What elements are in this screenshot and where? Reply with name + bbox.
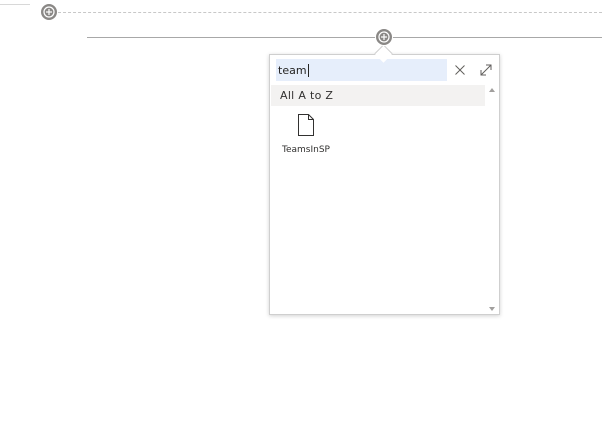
webpart-divider <box>87 37 602 38</box>
scroll-up-button[interactable] <box>485 85 498 95</box>
scroll-down-button[interactable] <box>485 304 498 314</box>
category-header: All A to Z <box>271 85 485 106</box>
clear-search-button[interactable] <box>450 60 470 80</box>
expand-toolbox-button[interactable] <box>476 60 496 80</box>
section-divider <box>58 12 602 13</box>
section-top-border <box>0 4 30 5</box>
document-icon <box>298 114 314 136</box>
search-box[interactable] <box>276 59 447 81</box>
triangle-down-icon <box>488 307 495 311</box>
page-canvas: All A to Z TeamsInSP <box>0 0 602 428</box>
text-cursor <box>308 64 309 77</box>
expand-icon <box>480 64 492 76</box>
scrollbar[interactable] <box>485 85 498 314</box>
plus-icon <box>43 6 55 18</box>
webpart-toolbox: All A to Z TeamsInSP <box>269 54 500 315</box>
add-webpart-button[interactable] <box>375 28 393 46</box>
triangle-up-icon <box>488 88 495 92</box>
category-title: All A to Z <box>280 89 334 102</box>
add-section-button[interactable] <box>40 3 58 21</box>
webpart-item-teamsinsp[interactable]: TeamsInSP <box>278 113 334 163</box>
plus-icon <box>378 31 390 43</box>
webpart-item-label: TeamsInSP <box>282 145 330 155</box>
search-input[interactable] <box>276 59 447 81</box>
close-icon <box>455 65 465 75</box>
